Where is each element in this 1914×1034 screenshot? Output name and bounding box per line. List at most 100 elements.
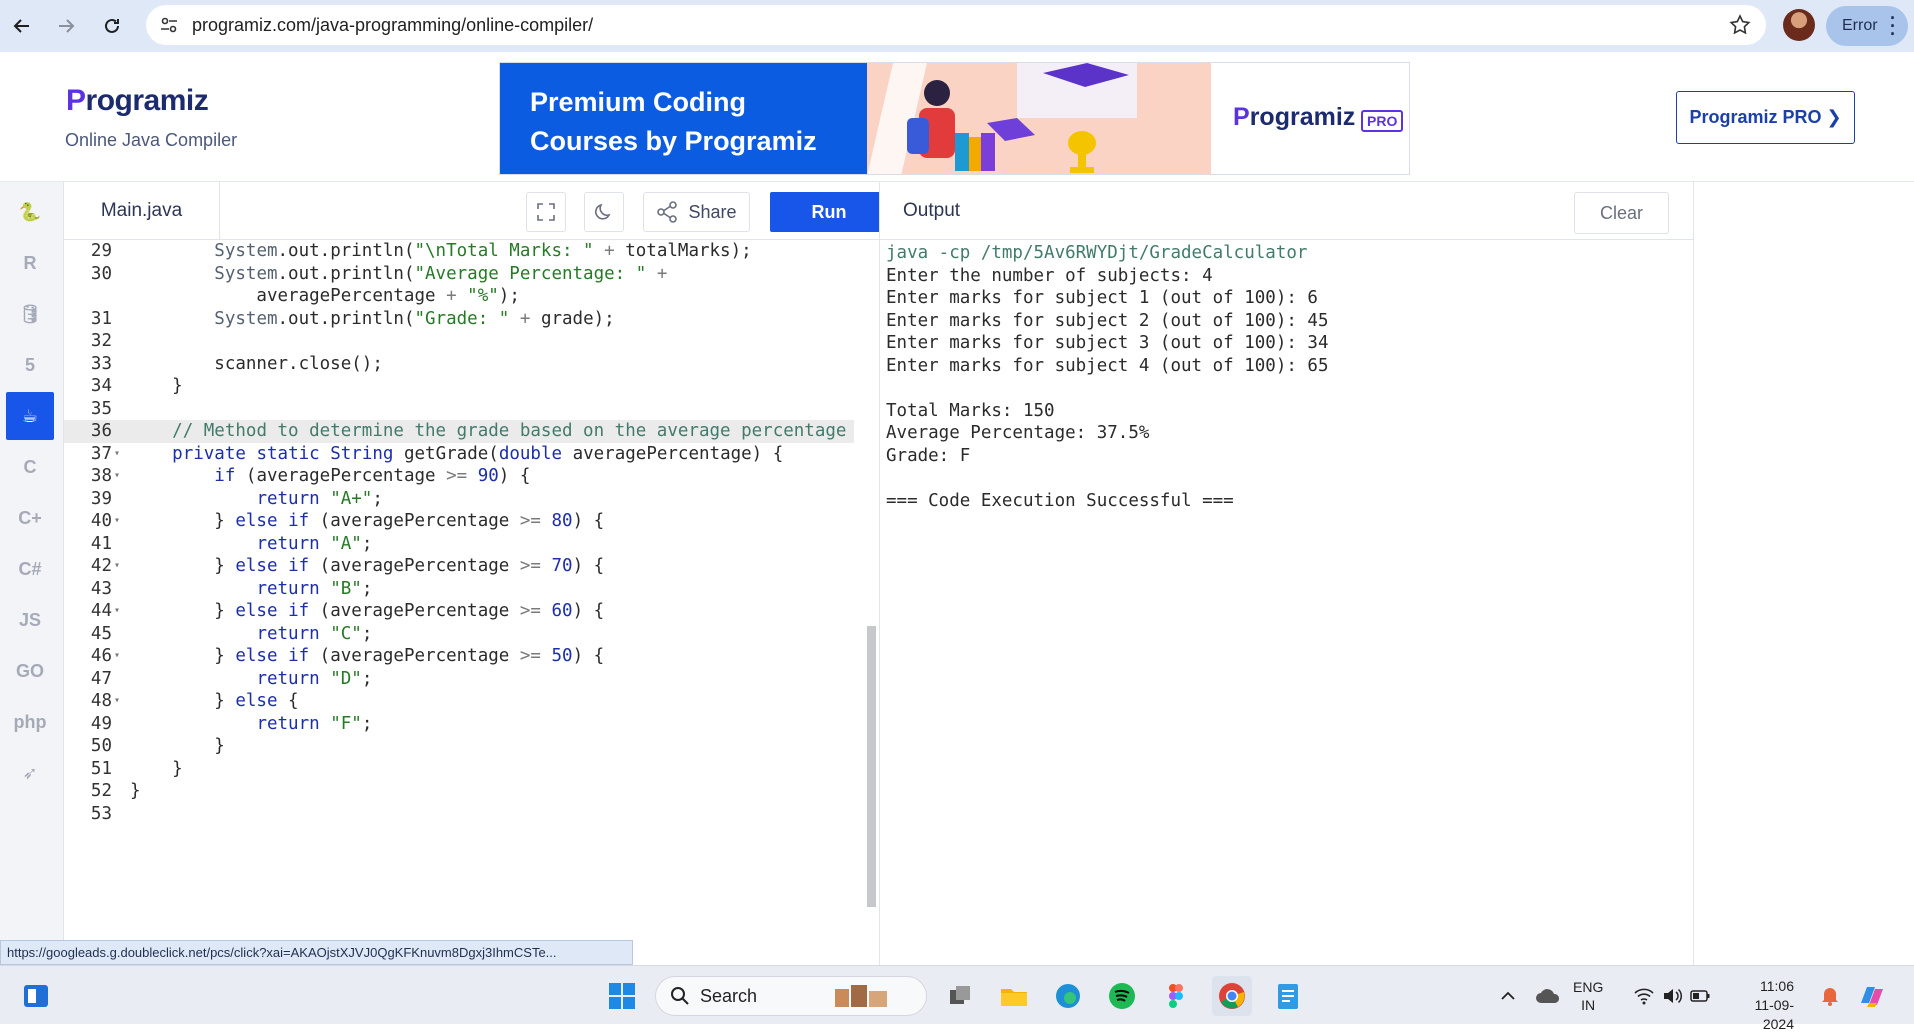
r-icon[interactable]: R [6, 239, 54, 287]
more-menu-icon[interactable]: · · · [1890, 9, 1896, 43]
code-line[interactable]: 32 [64, 330, 854, 353]
code-line[interactable]: 37 ▾ private static String getGrade(doubl… [64, 443, 854, 466]
profile-error-button[interactable]: Error · · · [1826, 6, 1908, 46]
forward-button[interactable] [48, 8, 84, 44]
code-line[interactable]: 52} [64, 780, 854, 803]
java-icon[interactable]: ☕ [6, 392, 54, 440]
code-text: } [130, 781, 141, 801]
code-line[interactable]: 29 System.out.println("\nTotal Marks: " … [64, 240, 854, 263]
output-panel: Output Clear java -cp /tmp/5Av6RWYDjt/Gr… [879, 182, 1695, 965]
battery-button[interactable] [1680, 976, 1720, 1016]
notifications-button[interactable] [1810, 976, 1850, 1016]
search-highlight-icon [835, 985, 888, 1007]
line-number: 36 [90, 421, 112, 441]
code-line[interactable]: 45 return "C"; [64, 623, 854, 646]
code-line[interactable]: 35 [64, 398, 854, 421]
c-icon[interactable]: C [6, 443, 54, 491]
code-line[interactable]: 53 [64, 803, 854, 826]
chrome-button[interactable] [1212, 976, 1252, 1016]
programiz-pro-button[interactable]: Programiz PRO ❯ [1676, 91, 1855, 144]
code-line[interactable]: 47 return "D"; [64, 668, 854, 691]
system-clock[interactable]: 11:06 11-09-2024 [1728, 977, 1794, 1034]
go-icon[interactable]: GO [6, 647, 54, 695]
code-area[interactable]: 29 System.out.println("\nTotal Marks: " … [64, 240, 879, 965]
php-icon[interactable]: php [6, 698, 54, 746]
start-button[interactable] [602, 976, 642, 1016]
taskbar: Search ENG IN 11:06 11-09-2024 [0, 965, 1914, 1032]
spotify-button[interactable] [1102, 976, 1142, 1016]
task-view-button[interactable] [940, 976, 980, 1016]
sql-icon[interactable]: 🛢 [6, 290, 54, 338]
fullscreen-button[interactable] [526, 192, 566, 232]
code-line[interactable]: 46 ▾ } else if (averagePercentage >= 50) … [64, 645, 854, 668]
code-line[interactable]: 30 System.out.println("Average Percentag… [64, 263, 854, 286]
cpp-icon[interactable]: C+ [6, 494, 54, 542]
file-explorer-button[interactable] [994, 976, 1034, 1016]
code-line[interactable]: 33 scanner.close(); [64, 353, 854, 376]
reload-button[interactable] [94, 8, 130, 44]
widgets-icon [24, 985, 48, 1007]
fold-toggle-icon[interactable]: ▾ [114, 555, 120, 578]
notepad-button[interactable] [1268, 976, 1308, 1016]
line-number: 30 [90, 263, 112, 284]
edge-button[interactable] [1048, 976, 1088, 1016]
csharp-icon[interactable]: C# [6, 545, 54, 593]
copilot-button[interactable] [1852, 976, 1892, 1016]
programiz-logo[interactable]: Programiz [66, 84, 209, 118]
output-console[interactable]: java -cp /tmp/5Av6RWYDjt/GradeCalculator… [886, 242, 1686, 512]
editor-scrollbar[interactable] [867, 626, 876, 907]
theme-toggle-button[interactable] [584, 192, 624, 232]
code-line[interactable]: 39 return "A+"; [64, 488, 854, 511]
banner-pro-badge: PRO [1361, 110, 1404, 132]
code-line[interactable]: 49 return "F"; [64, 713, 854, 736]
share-button[interactable]: Share [643, 192, 750, 232]
file-tab-main-java[interactable]: Main.java [64, 182, 220, 240]
run-button[interactable]: Run [770, 192, 888, 232]
code-line[interactable]: 43 return "B"; [64, 578, 854, 601]
fold-toggle-icon[interactable]: ▾ [114, 510, 120, 533]
url-text[interactable]: programiz.com/java-programming/online-co… [192, 15, 593, 36]
line-number: 53 [90, 803, 112, 824]
fold-toggle-icon[interactable]: ▾ [114, 600, 120, 623]
input-language-indicator[interactable]: ENG IN [1573, 978, 1603, 1014]
code-line[interactable]: averagePercentage + "%"); [64, 285, 854, 308]
swift-icon[interactable]: ➶ [6, 749, 54, 797]
fold-toggle-icon[interactable]: ▾ [114, 690, 120, 713]
output-line: Average Percentage: 37.5% [886, 423, 1150, 443]
code-line[interactable]: 48 ▾ } else { [64, 690, 854, 713]
code-line[interactable]: 36 // Method to determine the grade base… [64, 420, 854, 443]
address-bar[interactable]: programiz.com/java-programming/online-co… [146, 5, 1766, 45]
python-icon[interactable]: 🐍 [6, 188, 54, 236]
ad-banner[interactable]: Premium Coding Courses by Programiz Prog… [499, 62, 1410, 175]
show-hidden-icons-button[interactable] [1488, 976, 1528, 1016]
code-line[interactable]: 51 } [64, 758, 854, 781]
profile-avatar[interactable] [1783, 9, 1815, 41]
spotify-icon [1109, 983, 1135, 1009]
code-text: return "A+"; [256, 488, 383, 509]
fold-toggle-icon[interactable]: ▾ [114, 645, 120, 668]
site-info-icon[interactable] [158, 14, 180, 41]
code-text: System.out.println("\nTotal Marks: " + t… [214, 241, 752, 261]
fold-toggle-icon[interactable]: ▾ [114, 465, 120, 488]
code-line[interactable]: 38 ▾ if (averagePercentage >= 90) { [64, 465, 854, 488]
onedrive-button[interactable] [1528, 976, 1568, 1016]
code-line[interactable]: 44 ▾ } else if (averagePercentage >= 60) … [64, 600, 854, 623]
taskbar-search[interactable]: Search [655, 976, 927, 1016]
code-line[interactable]: 31 System.out.println("Grade: " + grade)… [64, 308, 854, 331]
fold-toggle-icon[interactable]: ▾ [114, 443, 120, 466]
code-line[interactable]: 50 } [64, 735, 854, 758]
widgets-button[interactable] [16, 976, 56, 1016]
battery-icon [1690, 990, 1710, 1002]
line-number: 33 [90, 353, 112, 374]
figma-button[interactable] [1156, 976, 1196, 1016]
javascript-icon[interactable]: JS [6, 596, 54, 644]
code-line[interactable]: 41 return "A"; [64, 533, 854, 556]
clear-button[interactable]: Clear [1574, 192, 1669, 234]
code-line[interactable]: 42 ▾ } else if (averagePercentage >= 70) … [64, 555, 854, 578]
code-line[interactable]: 34 } [64, 375, 854, 398]
code-text: System.out.println("Average Percentage: … [214, 263, 668, 284]
html5-icon[interactable]: 5 [6, 341, 54, 389]
code-line[interactable]: 40 ▾ } else if (averagePercentage >= 80) … [64, 510, 854, 533]
back-button[interactable] [4, 8, 40, 44]
bookmark-star-icon[interactable] [1728, 13, 1752, 42]
